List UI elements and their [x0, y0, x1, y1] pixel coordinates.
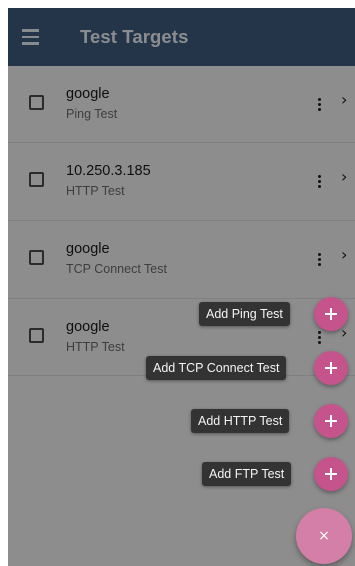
add-http-test-button[interactable]: [314, 404, 348, 438]
plus-icon: [325, 308, 337, 320]
speed-dial-scrim[interactable]: [8, 8, 355, 566]
screen-frame-edge: [0, 0, 8, 566]
add-ftp-test-label[interactable]: Add FTP Test: [202, 462, 292, 486]
add-ping-test-button[interactable]: [314, 297, 348, 331]
plus-icon: [325, 415, 337, 427]
add-tcp-connect-test-label[interactable]: Add TCP Connect Test: [146, 356, 287, 380]
app-window: Test Targets google Ping Test › 10.250.3…: [8, 8, 355, 566]
add-ftp-test-button[interactable]: [314, 457, 348, 491]
plus-icon: [325, 468, 337, 480]
screen: Test Targets google Ping Test › 10.250.3…: [0, 0, 355, 566]
add-ping-test-label[interactable]: Add Ping Test: [199, 302, 290, 326]
plus-icon: [325, 362, 337, 374]
add-tcp-connect-test-button[interactable]: [314, 351, 348, 385]
speed-dial-close-button[interactable]: ×: [296, 508, 352, 564]
close-icon: ×: [318, 528, 330, 544]
add-http-test-label[interactable]: Add HTTP Test: [191, 409, 290, 433]
